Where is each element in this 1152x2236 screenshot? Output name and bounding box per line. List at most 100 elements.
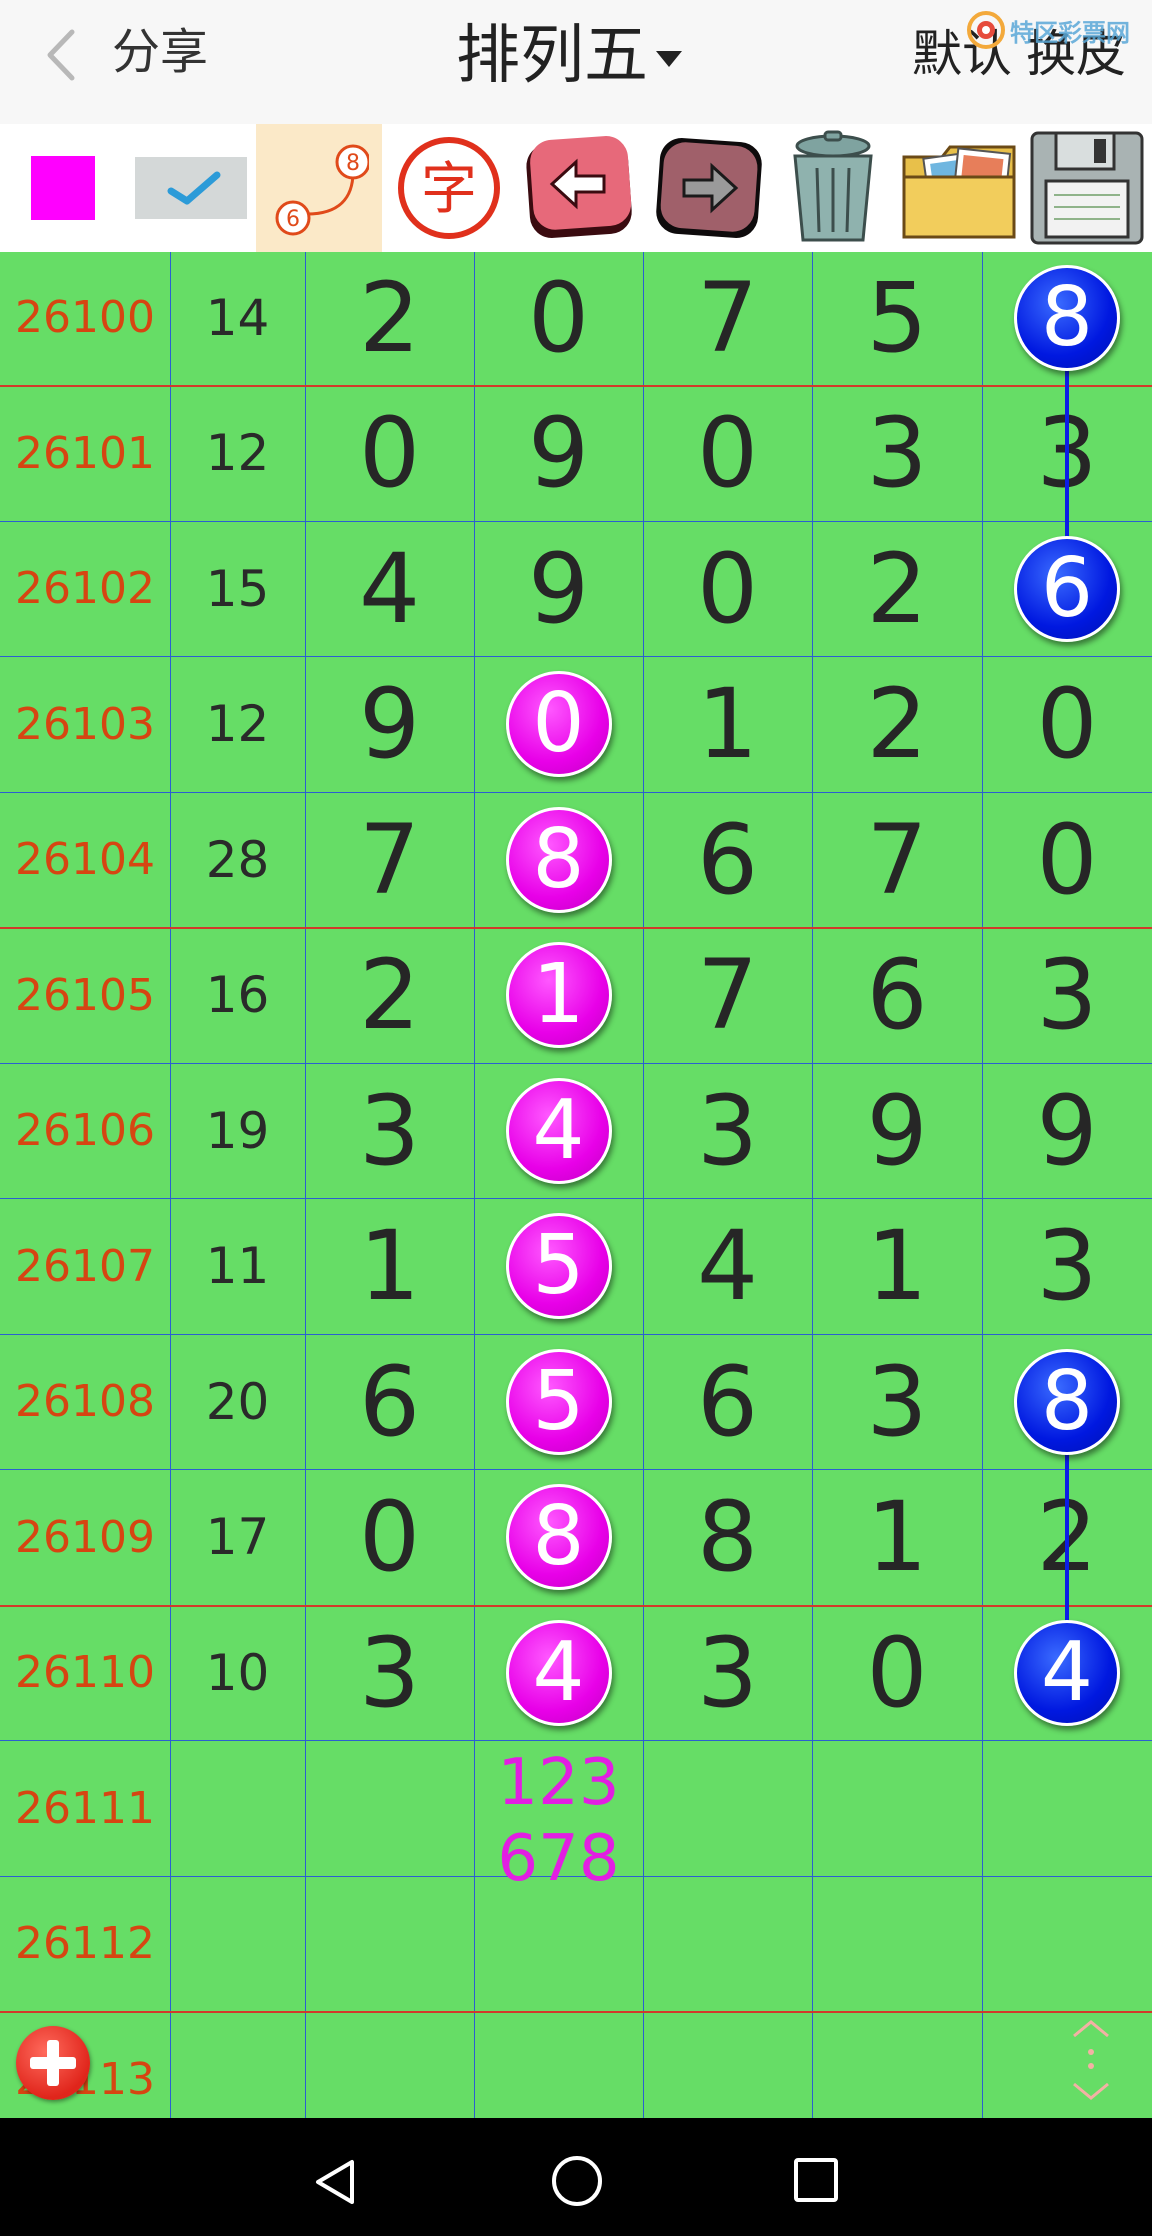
digit-cell[interactable]: 6 [643,1334,812,1469]
table-row[interactable]: 26113 [0,2012,1152,2119]
digit-cell[interactable]: 3 [643,1063,812,1198]
digit-cell[interactable]: 0 [474,657,643,792]
digit-cell[interactable] [643,1876,812,2011]
text-tool-button[interactable]: 字 [386,124,512,252]
back-chevron-icon[interactable] [42,28,82,82]
digit-cell[interactable]: 7 [305,792,474,927]
blue-ball-marker: 6 [1014,535,1120,642]
title-dropdown[interactable]: 排列五 [456,16,682,96]
digit-cell[interactable]: 3 [812,1334,982,1469]
digit-cell[interactable]: 4 [474,1605,643,1740]
digit-cell[interactable]: 1 [305,1199,474,1334]
color-swatch-button[interactable] [18,124,108,252]
digit-cell[interactable]: 3 [982,1199,1152,1334]
table-row[interactable]: 26112 [0,1876,1152,2013]
digit-cell[interactable]: 4 [474,1063,643,1198]
digit-cell[interactable]: 6 [643,792,812,927]
digit-cell[interactable] [643,1741,812,1876]
digit-cell[interactable]: 1 [812,1470,982,1605]
digit-cell[interactable] [305,1741,474,1876]
home-circle-icon[interactable] [550,2154,604,2208]
table-row[interactable]: 26104 28 7 8 6 7 0 [0,792,1152,929]
sum-value: 16 [205,966,270,1024]
table-row[interactable]: 26108 20 6 5 6 3 8 [0,1334,1152,1470]
digit-cell[interactable] [982,1741,1152,1876]
digit-cell[interactable]: 8 [474,792,643,927]
digit-cell[interactable]: 8 [982,252,1152,385]
table-row[interactable]: 26110 10 3 4 3 0 4 [0,1605,1152,1741]
save-button[interactable] [1022,124,1152,252]
digit-cell[interactable]: 7 [643,928,812,1063]
add-button[interactable] [16,2026,90,2100]
digit-cell[interactable]: 5 [474,1334,643,1469]
digit-cell[interactable]: 3 [812,386,982,521]
back-triangle-icon[interactable] [312,2158,358,2206]
digit-cell[interactable] [474,2012,643,2119]
digit-cell[interactable] [474,1876,643,2011]
digit-cell[interactable]: 6 [812,928,982,1063]
connect-line-tool[interactable]: 8 6 [256,124,382,252]
confirm-button[interactable] [132,124,250,252]
digit-cell[interactable]: 9 [474,521,643,656]
digit-cell[interactable]: 6 [305,1334,474,1469]
table-row[interactable]: 26103 12 9 0 1 2 0 [0,657,1152,793]
table-row[interactable]: 26106 19 3 4 3 9 9 [0,1063,1152,1199]
digit-cell[interactable]: 8 [643,1470,812,1605]
digit-cell[interactable]: 4 [305,521,474,656]
digit-cell[interactable] [812,1876,982,2011]
digit-cell[interactable]: 4 [982,1605,1152,1740]
share-button[interactable]: 分享 [112,22,208,82]
digit-cell[interactable]: 5 [474,1199,643,1334]
digit-cell[interactable]: 2 [305,928,474,1063]
clear-button[interactable] [770,124,896,252]
digit-cell[interactable]: 3 [305,1605,474,1740]
digit-cell[interactable] [812,1741,982,1876]
digit-cell[interactable]: 2 [812,657,982,792]
table-row[interactable]: 26105 16 2 1 7 6 3 [0,928,1152,1064]
digit-cell[interactable]: 0 [643,521,812,656]
digit-cell[interactable]: 8 [474,1470,643,1605]
digit-cell[interactable]: 6 [982,521,1152,656]
digit-cell[interactable]: 9 [812,1063,982,1198]
gallery-button[interactable] [896,124,1022,252]
digit-cell[interactable]: 3 [643,1605,812,1740]
digit-cell[interactable]: 0 [982,792,1152,927]
digit-cell[interactable]: 0 [305,1470,474,1605]
sum-value: 17 [205,1508,270,1566]
digit-cell[interactable]: 2 [305,252,474,385]
digit-cell[interactable]: 0 [305,386,474,521]
digit-cell[interactable] [982,1876,1152,2011]
digit-cell[interactable]: 1 [812,1199,982,1334]
digit-cell[interactable]: 2 [812,521,982,656]
digit-cell[interactable]: 5 [812,252,982,385]
digit-cell[interactable]: 9 [474,386,643,521]
digit-cell[interactable] [305,2012,474,2119]
digit-cell[interactable]: 0 [812,1605,982,1740]
table-row[interactable]: 26101 12 0 9 0 3 3 [0,386,1152,522]
digit-cell[interactable]: 9 [305,657,474,792]
digit-cell[interactable]: 7 [812,792,982,927]
digit-cell[interactable]: 4 [643,1199,812,1334]
digit-cell[interactable]: 3 [982,928,1152,1063]
digit-cell[interactable] [305,1876,474,2011]
digit-cell[interactable]: 8 [982,1334,1152,1469]
table-row[interactable]: 26102 15 4 9 0 2 6 [0,521,1152,657]
digit-cell[interactable]: 1 [474,928,643,1063]
table-row[interactable]: 26107 11 1 5 4 1 3 [0,1199,1152,1335]
digit-cell[interactable]: 0 [643,386,812,521]
digit-cell[interactable]: 0 [474,252,643,385]
scroll-up-down-icon[interactable] [1064,2018,1118,2102]
digit-cell[interactable]: 0 [982,657,1152,792]
digit-cell[interactable] [812,2012,982,2119]
table-row[interactable]: 26100 14 2 0 7 5 8 [0,252,1152,387]
digit-cell[interactable]: 1 [643,657,812,792]
digit-cell[interactable]: 7 [643,252,812,385]
digit-cell[interactable] [643,2012,812,2119]
redo-button[interactable] [646,124,772,252]
digit-cell[interactable]: 3 [305,1063,474,1198]
recents-square-icon[interactable] [792,2156,840,2204]
digit-cell[interactable]: 9 [982,1063,1152,1198]
draw-history-grid[interactable]: 26100 14 2 0 7 5 8 26101 12 0 9 0 3 3 26102 15 4 9 0 2 6 2610… [0,252,1152,2118]
table-row[interactable]: 26109 17 0 8 8 1 2 [0,1470,1152,1607]
undo-button[interactable] [516,124,642,252]
